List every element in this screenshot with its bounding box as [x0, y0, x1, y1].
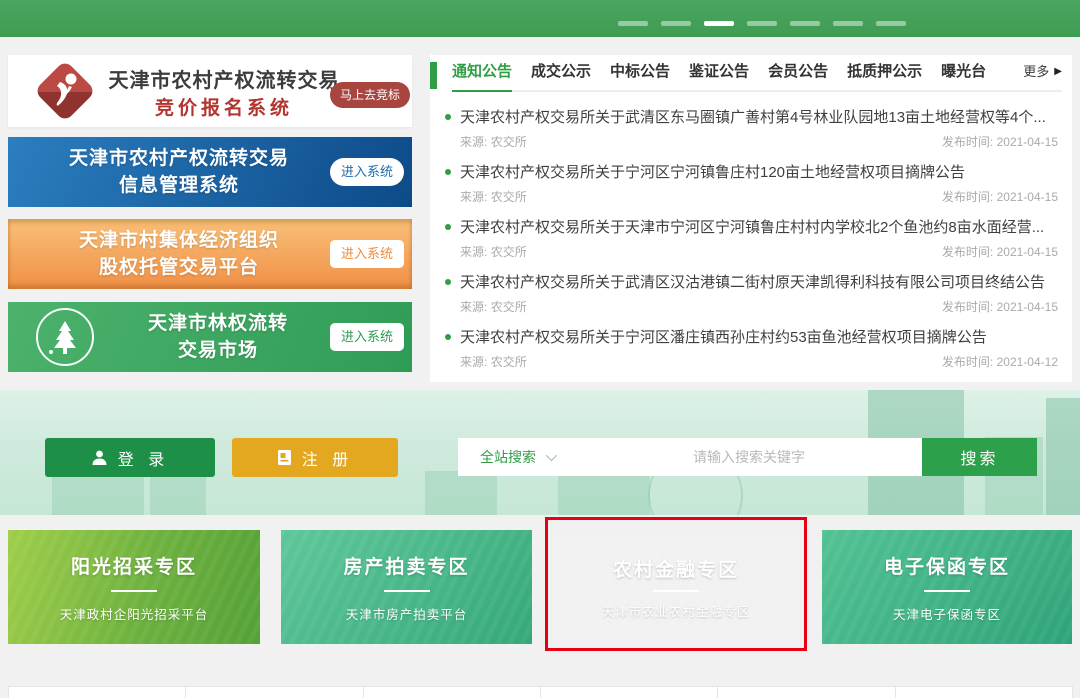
carousel-strip	[0, 0, 1080, 37]
register-button[interactable]: 注 册	[232, 438, 398, 477]
carousel-dot[interactable]	[747, 21, 777, 26]
banner-forest-rights-market[interactable]: 天津市林权流转 交易市场 进入系统	[8, 302, 412, 372]
news-date: 发布时间: 2021-04-15	[942, 188, 1058, 205]
zone-card-rural-finance[interactable]: 农村金融专区 天津市农业农村金融专区	[553, 537, 799, 637]
enter-system-button[interactable]: 进入系统	[330, 323, 404, 351]
divider	[653, 590, 699, 592]
carousel-dot[interactable]	[618, 21, 648, 26]
list-item: 天津农村产权交易所关于武清区东马圈镇广善村第4号林业队园地13亩土地经营权等4个…	[444, 106, 1060, 150]
news-link[interactable]: 天津农村产权交易所关于宁河区潘庄镇西孙庄村约53亩鱼池经营权项目摘牌公告	[444, 326, 1060, 347]
footer-row	[8, 686, 1072, 698]
tab-member[interactable]: 会员公告	[768, 61, 828, 90]
news-date: 发布时间: 2021-04-15	[942, 243, 1058, 260]
list-item: 天津农村产权交易所关于宁河区宁河镇鲁庄村120亩土地经营权项目摘牌公告 来源: …	[444, 161, 1060, 205]
footer-cell[interactable]	[8, 686, 186, 698]
building-shape	[425, 471, 497, 515]
footer-cell[interactable]	[363, 686, 541, 698]
news-date: 发布时间: 2021-04-15	[942, 133, 1058, 150]
search-scope-select[interactable]: 全站搜索	[458, 438, 576, 476]
bullet-icon	[445, 169, 451, 175]
news-link[interactable]: 天津农村产权交易所关于武清区东马圈镇广善村第4号林业队园地13亩土地经营权等4个…	[444, 106, 1060, 127]
building-shape	[1046, 398, 1080, 515]
brand-logo-icon	[36, 62, 94, 120]
page: 天津市农村产权流转交易 竞价报名系统 马上去竞标 天津市农村产权流转交易 信息管…	[0, 0, 1080, 698]
news-date: 发布时间: 2021-04-12	[942, 353, 1058, 370]
notice-tabs: 通知公告 成交公示 中标公告 鉴证公告 会员公告 抵质押公示 曝光台 更多 ▶	[452, 61, 1062, 92]
bid-system-card[interactable]: 天津市农村产权流转交易 竞价报名系统 马上去竞标	[8, 55, 412, 127]
tab-notice-announcements[interactable]: 通知公告	[452, 61, 512, 92]
zone-card-property-auction[interactable]: 房产拍卖专区 天津市房产拍卖平台	[281, 530, 532, 644]
register-icon	[277, 449, 292, 466]
bullet-icon	[445, 279, 451, 285]
footer-cell[interactable]	[717, 686, 895, 698]
tab-exposure[interactable]: 曝光台	[941, 61, 986, 90]
bid-card-title: 天津市农村产权流转交易	[104, 64, 344, 93]
banner-info-management-system[interactable]: 天津市农村产权流转交易 信息管理系统 进入系统	[8, 137, 412, 207]
tab-pledge[interactable]: 抵质押公示	[847, 61, 922, 90]
tab-winning-bid[interactable]: 中标公告	[610, 61, 670, 90]
bullet-icon	[445, 224, 451, 230]
divider	[384, 590, 430, 592]
footer-cell[interactable]	[185, 686, 363, 698]
go-bid-button[interactable]: 马上去竞标	[330, 82, 410, 108]
news-link[interactable]: 天津农村产权交易所关于武清区汉沽港镇二街村原天津凯得利科技有限公司项目终结公告	[444, 271, 1060, 292]
login-button[interactable]: 登 录	[45, 438, 215, 477]
tab-certification[interactable]: 鉴证公告	[689, 61, 749, 90]
bullet-icon	[445, 334, 451, 340]
tab-deal-publicity[interactable]: 成交公示	[531, 61, 591, 90]
news-link[interactable]: 天津农村产权交易所关于天津市宁河区宁河镇鲁庄村村内学校北2个鱼池约8亩水面经营.…	[444, 216, 1060, 237]
news-source: 来源: 农交所	[460, 243, 527, 260]
divider	[111, 590, 157, 592]
news-list: 天津农村产权交易所关于武清区东马圈镇广善村第4号林业队园地13亩土地经营权等4个…	[444, 106, 1060, 381]
carousel-dot[interactable]	[790, 21, 820, 26]
footer-cell[interactable]	[540, 686, 718, 698]
search-band: 登 录 注 册 全站搜索 搜索	[0, 390, 1080, 515]
search-button[interactable]: 搜索	[922, 438, 1037, 476]
carousel-dot[interactable]	[661, 21, 691, 26]
list-item: 天津农村产权交易所关于天津市宁河区宁河镇鲁庄村村内学校北2个鱼池约8亩水面经营.…	[444, 216, 1060, 260]
carousel-dot[interactable]	[876, 21, 906, 26]
banner-text: 天津市农村产权流转交易 信息管理系统	[36, 145, 322, 199]
enter-system-button[interactable]: 进入系统	[330, 240, 404, 268]
tree-icon	[36, 308, 94, 366]
carousel-dot-active[interactable]	[704, 21, 734, 26]
news-source: 来源: 农交所	[460, 188, 527, 205]
footer-cell[interactable]	[895, 686, 1073, 698]
user-icon	[91, 449, 108, 466]
bullet-icon	[445, 114, 451, 120]
search-input[interactable]	[576, 438, 922, 476]
carousel-dot[interactable]	[833, 21, 863, 26]
bid-card-subtitle: 竞价报名系统	[104, 93, 344, 120]
zone-card-sunshine-procurement[interactable]: 阳光招采专区 天津政村企阳光招采平台	[8, 530, 260, 644]
notice-panel: 通知公告 成交公示 中标公告 鉴证公告 会员公告 抵质押公示 曝光台 更多 ▶ …	[430, 55, 1072, 382]
news-link[interactable]: 天津农村产权交易所关于宁河区宁河镇鲁庄村120亩土地经营权项目摘牌公告	[444, 161, 1060, 182]
tab-accent-bar	[430, 62, 437, 89]
banner-equity-custody-platform[interactable]: 天津市村集体经济组织 股权托管交易平台 进入系统	[8, 219, 412, 289]
more-link[interactable]: 更多 ▶	[1023, 61, 1062, 83]
banner-text: 天津市村集体经济组织 股权托管交易平台	[36, 227, 322, 281]
enter-system-button[interactable]: 进入系统	[330, 158, 404, 186]
news-source: 来源: 农交所	[460, 353, 527, 370]
list-item: 天津农村产权交易所关于武清区汉沽港镇二街村原天津凯得利科技有限公司项目终结公告 …	[444, 271, 1060, 315]
carousel-dots	[618, 21, 906, 26]
news-date: 发布时间: 2021-04-15	[942, 298, 1058, 315]
news-source: 来源: 农交所	[460, 133, 527, 150]
search-bar: 全站搜索 搜索	[458, 438, 1037, 476]
banner-text: 天津市林权流转 交易市场	[96, 310, 340, 364]
more-arrow-icon: ▶	[1054, 61, 1062, 83]
news-source: 来源: 农交所	[460, 298, 527, 315]
divider	[924, 590, 970, 592]
list-item: 天津农村产权交易所关于宁河区潘庄镇西孙庄村约53亩鱼池经营权项目摘牌公告 来源:…	[444, 326, 1060, 370]
zone-card-e-guarantee[interactable]: 电子保函专区 天津电子保函专区	[822, 530, 1072, 644]
chevron-down-icon	[546, 450, 557, 461]
